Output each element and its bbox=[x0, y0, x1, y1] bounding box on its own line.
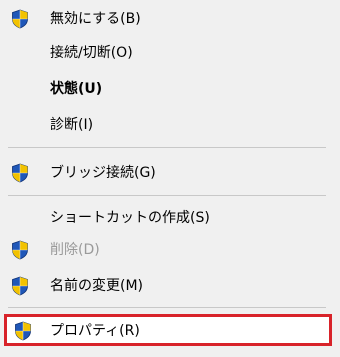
uac-shield-icon bbox=[14, 321, 32, 341]
menu-separator bbox=[8, 195, 326, 196]
menu-item-label: 削除(D) bbox=[50, 242, 100, 258]
menu-separator bbox=[8, 147, 326, 148]
menu-item-disable[interactable]: 無効にする(B) bbox=[0, 3, 340, 33]
context-menu: 無効にする(B) 接続/切断(O) 状態(U) 診断(I) ブリッジ接続(G) … bbox=[0, 0, 340, 357]
uac-shield-icon bbox=[11, 9, 29, 29]
menu-item-label: 名前の変更(M) bbox=[50, 278, 144, 294]
menu-item-status[interactable]: 状態(U) bbox=[0, 73, 340, 103]
menu-item-label: ブリッジ接続(G) bbox=[50, 165, 156, 181]
menu-item-label: 接続/切断(O) bbox=[50, 45, 133, 61]
menu-item-label: プロパティ(R) bbox=[50, 323, 140, 339]
menu-item-label: 診断(I) bbox=[50, 117, 94, 133]
menu-item-label: 状態(U) bbox=[50, 81, 103, 97]
menu-item-bridge-connection[interactable]: ブリッジ接続(G) bbox=[0, 157, 340, 187]
menu-item-label: 無効にする(B) bbox=[50, 11, 141, 27]
menu-item-diagnose[interactable]: 診断(I) bbox=[0, 109, 340, 139]
menu-item-properties[interactable]: プロパティ(R) bbox=[4, 314, 332, 346]
menu-item-delete: 削除(D) bbox=[0, 234, 340, 264]
menu-item-rename[interactable]: 名前の変更(M) bbox=[0, 270, 340, 300]
uac-shield-icon bbox=[11, 240, 29, 260]
menu-item-label: ショートカットの作成(S) bbox=[50, 210, 210, 226]
uac-shield-icon bbox=[11, 276, 29, 296]
menu-item-connect-disconnect[interactable]: 接続/切断(O) bbox=[0, 37, 340, 67]
menu-separator bbox=[8, 307, 326, 308]
uac-shield-icon bbox=[11, 163, 29, 183]
menu-item-create-shortcut[interactable]: ショートカットの作成(S) bbox=[0, 202, 340, 232]
